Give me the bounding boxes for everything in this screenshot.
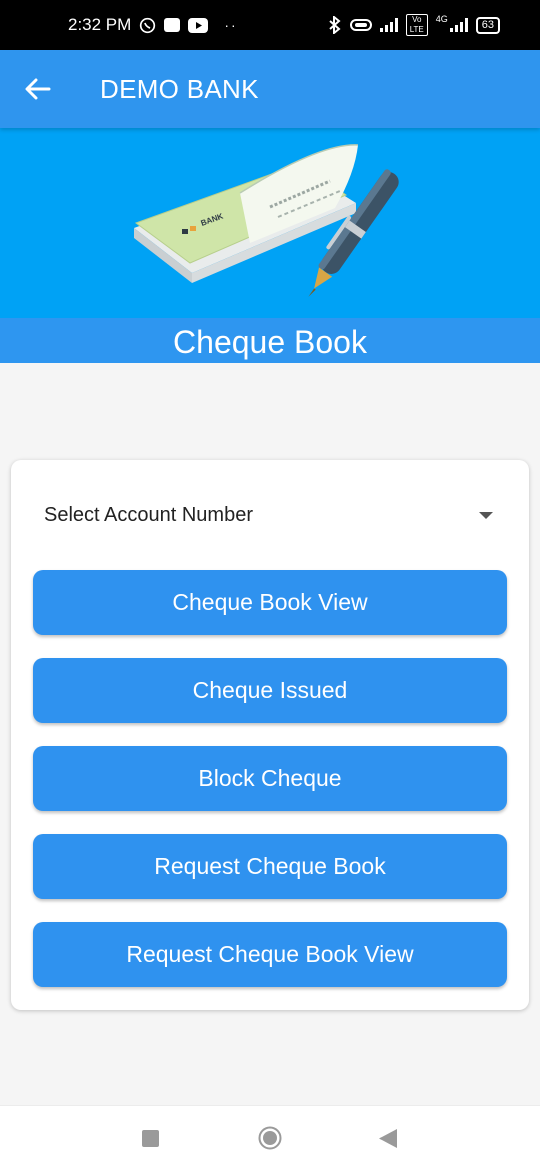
system-nav-bar <box>0 1105 540 1170</box>
battery-icon: 63 <box>475 16 500 34</box>
back-triangle-icon[interactable] <box>379 1129 397 1153</box>
back-button[interactable] <box>0 50 76 128</box>
cheque-issued-button[interactable]: Cheque Issued <box>33 658 507 723</box>
block-cheque-button[interactable]: Block Cheque <box>33 746 507 811</box>
volte-label: Vo LTE <box>405 14 428 36</box>
vibrate-icon <box>349 18 372 32</box>
cheque-options-card: Select Account Number Cheque Book View C… <box>11 460 529 1010</box>
account-number-select[interactable]: Select Account Number <box>33 492 511 538</box>
request-cheque-book-view-button[interactable]: Request Cheque Book View <box>33 922 507 987</box>
home-circle-icon[interactable] <box>258 1126 282 1155</box>
more-notifications-indicator: ·· <box>224 17 238 33</box>
signal-2-icon <box>449 18 468 32</box>
network-type-label: 4G <box>435 14 448 24</box>
recents-square-icon[interactable] <box>142 1130 159 1152</box>
banner: BANK <box>0 128 540 318</box>
arrow-left-icon <box>25 78 51 100</box>
battery-level: 63 <box>481 18 494 31</box>
bluetooth-icon <box>328 16 342 34</box>
page-title: Cheque Book <box>0 318 540 363</box>
status-bar: 2:32 PM ·· Vo LTE 4G 63 <box>0 0 540 50</box>
photo-icon <box>164 18 181 32</box>
whatsapp-icon <box>139 17 156 34</box>
status-right: Vo LTE 4G 63 <box>328 14 500 36</box>
chevron-down-icon <box>479 511 493 519</box>
account-select-label: Select Account Number <box>44 503 253 526</box>
app-title: DEMO BANK <box>100 73 259 104</box>
cheque-book-with-pen-illustration: BANK <box>134 144 399 297</box>
request-cheque-book-button[interactable]: Request Cheque Book <box>33 834 507 899</box>
status-time: 2:32 PM <box>68 15 132 34</box>
youtube-icon <box>188 17 209 33</box>
cheque-book-view-button[interactable]: Cheque Book View <box>33 570 507 635</box>
app-bar: DEMO BANK <box>0 50 540 128</box>
signal-1-icon <box>379 18 398 32</box>
status-left: 2:32 PM ·· <box>68 15 238 35</box>
